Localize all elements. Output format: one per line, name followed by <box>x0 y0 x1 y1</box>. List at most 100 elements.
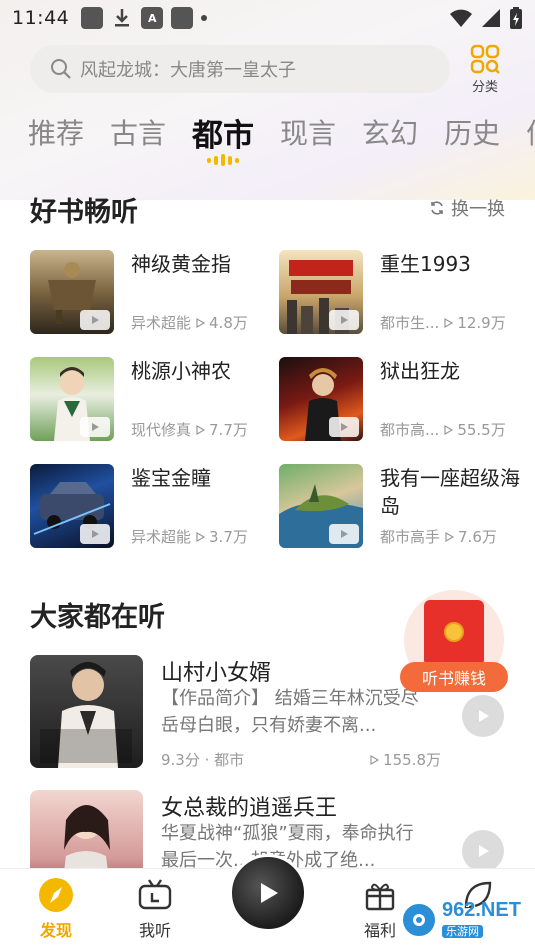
watermark-emblem <box>400 900 438 939</box>
play-icon <box>261 883 278 903</box>
book-meta: 都市高手 7.6万 <box>380 526 497 547</box>
book-meta: 异术超能 3.7万 <box>131 526 248 547</box>
tab-fantasy[interactable]: 玄幻 <box>362 112 418 152</box>
book-cover <box>30 357 114 441</box>
book-cover <box>30 655 143 768</box>
play-badge-icon <box>329 417 359 437</box>
book-genre: 异术超能 <box>131 314 192 332</box>
book-plays: 4.8万 <box>209 314 248 332</box>
book-genre: 都市高... <box>380 421 440 439</box>
compass-icon <box>39 878 73 912</box>
center-play-button[interactable] <box>229 854 307 932</box>
tab-modern-romance[interactable]: 现言 <box>280 112 336 152</box>
tab-label: 都市 <box>192 118 255 154</box>
book-title: 鉴宝金瞳 <box>131 466 211 490</box>
signal-icon <box>482 9 500 27</box>
nav-label: 我听 <box>138 921 171 940</box>
tab-label: 仙 <box>526 117 535 150</box>
search-placeholder: 风起龙城：大唐第一皇太子 <box>80 60 296 81</box>
play-badge-icon <box>80 417 110 437</box>
book-title: 桃源小神农 <box>131 359 231 383</box>
play-count-icon <box>370 754 380 765</box>
book-card[interactable]: 狱出狂龙 都市高... 55.5万 <box>279 357 519 441</box>
play-count-icon <box>445 531 455 542</box>
refresh-label: 换一换 <box>451 199 505 220</box>
earn-label: 听书赚钱 <box>400 662 508 692</box>
book-genre: 异术超能 <box>131 528 192 546</box>
play-count-icon <box>444 317 454 328</box>
active-tab-indicator <box>207 154 240 166</box>
tab-urban[interactable]: 都市 <box>192 112 255 166</box>
tab-xianxia[interactable]: 仙 <box>526 112 535 152</box>
gift-icon <box>365 883 395 911</box>
search-input[interactable]: 风起龙城：大唐第一皇太子 <box>30 45 450 93</box>
watermark-sub: 乐游网 <box>442 925 483 938</box>
play-button[interactable] <box>462 830 504 872</box>
tv-icon <box>138 879 172 910</box>
book-genre: 都市生... <box>380 314 440 332</box>
book-genre: 现代修真 <box>131 421 192 439</box>
book-meta: 现代修真 7.7万 <box>131 419 248 440</box>
book-card[interactable]: 鉴宝金瞳 异术超能 3.7万 <box>30 464 270 548</box>
book-title: 狱出狂龙 <box>380 359 460 383</box>
play-count-icon <box>444 424 454 435</box>
book-cover <box>30 250 114 334</box>
nav-my-listening[interactable]: 我听 <box>115 877 195 941</box>
list-meta: 9.3分 · 都市 155.8万 <box>161 749 441 770</box>
tab-label: 现言 <box>280 117 337 150</box>
dot-icon <box>201 15 208 21</box>
book-meta: 都市高... 55.5万 <box>380 419 506 440</box>
status-icons-right <box>449 7 523 29</box>
book-meta: 都市生... 12.9万 <box>380 312 506 333</box>
search-icon <box>51 59 71 79</box>
search-row: 风起龙城：大唐第一皇太子 分类 <box>30 44 520 95</box>
nav-discover[interactable]: 发现 <box>16 877 96 941</box>
list-desc: 【作品简介】 结婚三年林沉受尽岳母白眼，只有娇妻不离... <box>161 688 419 736</box>
tab-ancient-romance[interactable]: 古言 <box>110 112 166 152</box>
play-count-icon <box>196 424 206 435</box>
book-plays: 55.5万 <box>457 421 506 439</box>
category-label: 分类 <box>471 79 498 95</box>
play-badge-icon <box>329 524 359 544</box>
tab-label: 玄幻 <box>362 117 419 150</box>
book-cover <box>279 357 363 441</box>
status-bar: 11:44 A <box>0 0 535 36</box>
gallery-icon <box>81 7 104 29</box>
tab-history[interactable]: 历史 <box>444 112 500 152</box>
tab-label: 历史 <box>444 117 501 150</box>
section-title-good-books: 好书畅听 <box>30 197 138 228</box>
list-title: 女总裁的逍遥兵王 <box>161 796 338 821</box>
download-icon <box>111 7 133 29</box>
play-badge-icon <box>329 310 359 330</box>
nav-label: 发现 <box>39 921 72 940</box>
wifi-icon <box>450 9 472 27</box>
book-plays: 7.7万 <box>209 421 248 439</box>
book-genre: 都市高手 <box>380 528 441 546</box>
nav-label: 福利 <box>363 921 396 940</box>
tab-label: 古言 <box>110 117 167 150</box>
coin-icon <box>444 622 464 642</box>
play-button[interactable] <box>462 695 504 737</box>
category-tabs: 推荐 古言 都市 现言 玄幻 历史 仙 <box>0 112 535 172</box>
category-button[interactable]: 分类 <box>470 44 500 95</box>
book-card[interactable]: 神级黄金指 异术超能 4.8万 <box>30 250 270 334</box>
list-title: 山村小女婿 <box>161 661 272 686</box>
watermark-logo: 962.NET 乐游网 <box>400 900 521 939</box>
listen-earn-badge[interactable]: 听书赚钱 <box>400 590 510 700</box>
book-meta: 异术超能 4.8万 <box>131 312 248 333</box>
tab-recommend[interactable]: 推荐 <box>28 112 84 152</box>
book-plays: 7.6万 <box>458 528 497 546</box>
watermark-number: 962 <box>442 899 476 921</box>
refresh-icon <box>431 201 443 215</box>
book-cover <box>279 250 363 334</box>
book-card[interactable]: 重生1993 都市生... 12.9万 <box>279 250 519 334</box>
book-title: 神级黄金指 <box>131 252 231 276</box>
refresh-button[interactable]: 换一换 <box>429 195 505 221</box>
book-card[interactable]: 桃源小神农 现代修真 7.7万 <box>30 357 270 441</box>
watermark-domain: .NET <box>475 899 521 921</box>
book-cover <box>30 464 114 548</box>
play-badge-icon <box>80 310 110 330</box>
status-time: 11:44 <box>12 7 70 29</box>
book-card[interactable]: 我有一座超级海岛 都市高手 7.6万 <box>279 464 520 548</box>
category-grid-icon <box>470 44 500 74</box>
